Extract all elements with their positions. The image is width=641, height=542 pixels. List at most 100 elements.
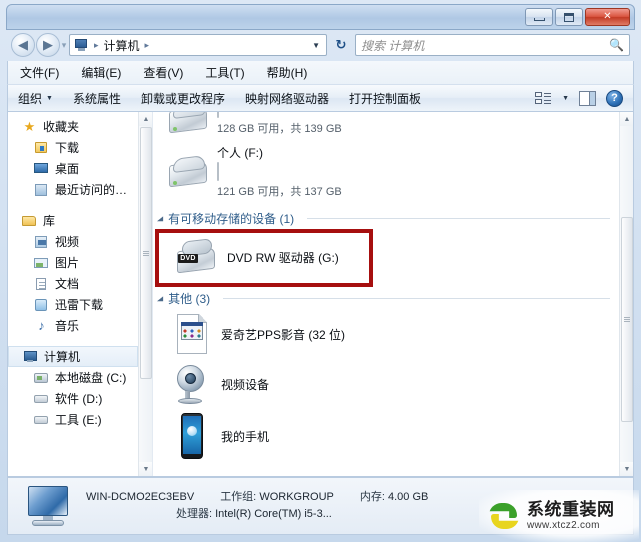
sidebar-item-music[interactable]: ♪ 音乐 [8,315,138,336]
processor-field: 处理器: Intel(R) Core(TM) i5-3... [176,506,332,523]
sidebar-item-downloads[interactable]: 下载 [8,137,138,158]
sidebar-item-drive-d[interactable]: 软件 (D:) [8,388,138,409]
system-properties-button[interactable]: 系统属性 [73,90,121,107]
sidebar-label-computer: 计算机 [44,350,81,364]
recycle-arrows-logo-icon [487,499,521,533]
nav-history-dropdown[interactable]: ▾ [60,40,68,51]
chevron-down-icon: ▼ [46,94,53,102]
open-control-panel-button[interactable]: 打开控制面板 [349,90,421,107]
chevron-down-icon[interactable]: ▼ [562,95,569,102]
xunlei-download-icon [34,298,49,312]
recent-places-icon [34,183,49,197]
sidebar-item-libraries[interactable]: 库 [8,210,138,231]
dvd-badge: DVD [178,254,198,263]
sidebar-label-videos: 视频 [55,235,80,249]
group-header-other[interactable]: ◢ 其他 (3) [153,287,618,309]
group-header-removable[interactable]: ◢ 有可移动存储的设备 (1) [153,207,618,229]
menu-item-edit[interactable]: 编辑(E) [77,62,125,83]
help-icon[interactable]: ? [606,89,623,107]
menu-item-file[interactable]: 文件(F) [16,62,63,83]
address-bar-row: ◀ ▶ ▾ ▸ 计算机 ▸ ▼ ↻ 搜索 计算机 🔍 [7,30,634,60]
group-header-label: 有可移动存储的设备 (1) [168,212,295,226]
drive-icon [167,112,209,135]
back-button[interactable]: ◀ [11,33,35,57]
maximize-button[interactable] [555,8,583,26]
sidebar-item-local-disk-c[interactable]: 本地磁盘 (C:) [8,367,138,388]
library-icon [22,214,37,228]
refresh-button[interactable]: ↻ [331,35,351,55]
dvd-item-wrapper: DVD DVD RW 驱动器 (G:) [153,229,618,287]
scrollbar-grip-icon [624,317,630,322]
sidebar-label-drive-e: 工具 (E:) [55,413,102,427]
drive-item-personal-f[interactable]: 个人 (F:) 121 GB 可用，共 137 GB [153,142,618,201]
workgroup-label: 工作组: [220,491,257,503]
computer-icon [23,350,38,364]
search-input[interactable]: 搜索 计算机 [361,37,609,54]
breadcrumb-item-computer[interactable]: 计算机 [102,37,142,54]
scroll-down-button[interactable]: ▼ [620,462,633,476]
uninstall-change-program-button[interactable]: 卸载或更改程序 [141,90,225,107]
drive-info: 个人 (F:) 121 GB 可用，共 137 GB [217,144,618,199]
drive-capacity-text: 121 GB 可用，共 137 GB [217,186,342,198]
sidebar-label-favorites: 收藏夹 [43,120,80,134]
sidebar-item-documents[interactable]: 文档 [8,273,138,294]
drive-usage-bar [217,112,219,118]
sidebar-label-desktop: 桌面 [55,162,80,176]
sidebar-label-music: 音乐 [55,319,80,333]
dvd-drive-label: DVD RW 驱动器 (G:) [227,250,339,265]
chevron-down-icon[interactable]: ▼ [312,41,323,50]
menu-item-tools[interactable]: 工具(T) [201,62,248,83]
menu-item-view[interactable]: 查看(V) [139,62,187,83]
watermark-url: www.xtcz2.com [527,519,600,531]
scrollbar-thumb[interactable] [140,127,152,379]
change-view-icon[interactable] [535,91,552,106]
search-box[interactable]: 搜索 计算机 🔍 [355,34,630,56]
map-network-drive-button[interactable]: 映射网络驱动器 [245,90,329,107]
memory-value: 4.00 GB [388,491,429,503]
desktop-icon [34,162,49,176]
nav-group-computer: 计算机 本地磁盘 (C:) 软件 (D:) 工具 (E:) [8,346,138,430]
organize-button[interactable]: 组织 ▼ [18,90,53,107]
sidebar-item-recent-places[interactable]: 最近访问的位置 [8,179,138,200]
watermark-text: 系统重装网 www.xtcz2.com [527,500,615,531]
drive-item-partial[interactable]: 128 GB 可用，共 139 GB [153,112,618,138]
site-watermark: 系统重装网 www.xtcz2.com [479,490,639,542]
collapse-triangle-icon[interactable]: ◢ [157,295,163,302]
menu-item-help[interactable]: 帮助(H) [263,62,312,83]
breadcrumb-address-bar[interactable]: ▸ 计算机 ▸ ▼ [69,34,327,56]
sidebar-label-libraries: 库 [43,214,56,228]
sidebar-scrollbar[interactable]: ▲ ▼ [138,112,152,476]
sidebar-item-drive-e[interactable]: 工具 (E:) [8,409,138,430]
list-item-video-device[interactable]: 视频设备 [153,359,618,409]
scroll-up-button[interactable]: ▲ [620,112,633,126]
sidebar-item-computer[interactable]: 计算机 [8,346,138,367]
sidebar-item-desktop[interactable]: 桌面 [8,158,138,179]
sidebar-item-xunlei-download[interactable]: 迅雷下载 [8,294,138,315]
navigation-buttons: ◀ ▶ ▾ [11,33,68,57]
sidebar-label-pictures: 图片 [55,256,80,270]
star-icon: ★ [23,118,36,134]
scroll-down-button[interactable]: ▼ [139,462,152,476]
list-item-iqiyi-pps[interactable]: 爱奇艺PPS影音 (32 位) [153,309,618,359]
collapse-triangle-icon[interactable]: ◢ [157,215,163,222]
drive-icon [167,154,209,189]
window-controls: ✕ [525,8,630,26]
group-divider [307,218,610,219]
scroll-up-button[interactable]: ▲ [139,112,152,126]
breadcrumb-separator-icon-2[interactable]: ▸ [142,40,153,51]
list-item-dvd-drive[interactable]: DVD DVD RW 驱动器 (G:) [153,229,618,285]
file-list-scrollbar[interactable]: ▲ ▼ [619,112,633,476]
nav-group-libraries: 库 视频 图片 文档 迅雷下载 ♪ 音乐 [8,210,138,336]
sidebar-item-favorites[interactable]: ★ 收藏夹 [8,116,138,137]
sidebar-item-pictures[interactable]: 图片 [8,252,138,273]
list-item-my-phone[interactable]: 我的手机 [153,409,618,463]
close-button[interactable]: ✕ [585,8,630,26]
forward-button[interactable]: ▶ [36,33,60,57]
music-library-icon: ♪ [38,317,45,333]
preview-pane-icon[interactable] [579,90,596,106]
minimize-button[interactable] [525,8,553,26]
item-label-video-device: 视频设备 [221,377,270,392]
scrollbar-thumb[interactable] [621,217,633,422]
workgroup-value: WORKGROUP [259,491,334,503]
sidebar-item-videos[interactable]: 视频 [8,231,138,252]
